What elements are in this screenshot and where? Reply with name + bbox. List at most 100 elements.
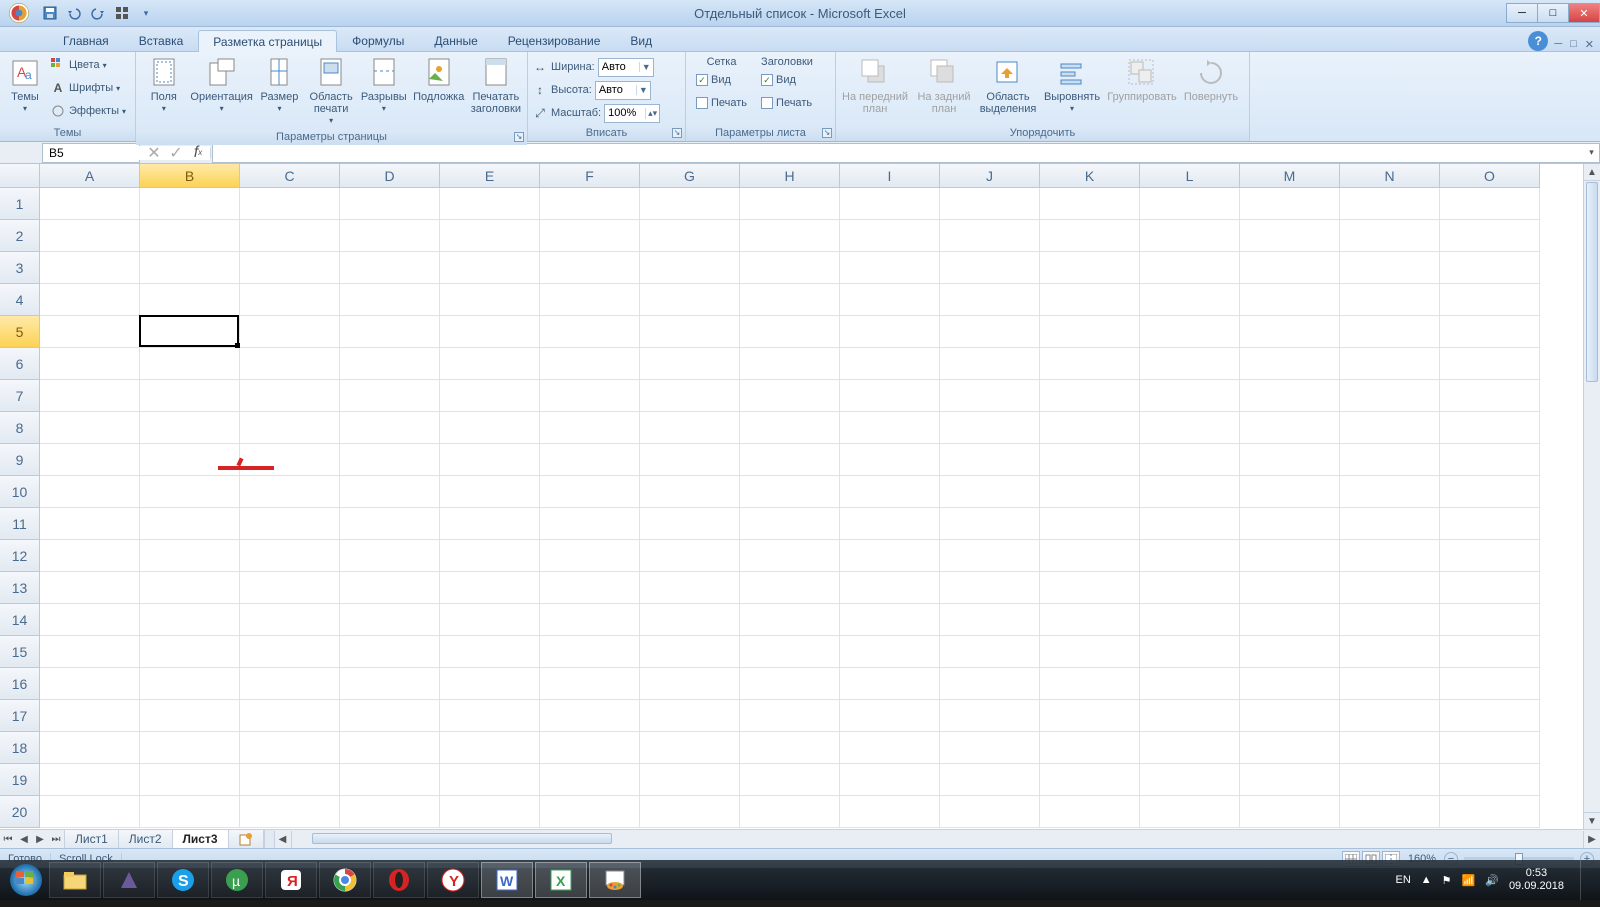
cell[interactable]	[740, 284, 840, 316]
cell[interactable]	[540, 604, 640, 636]
cell[interactable]	[540, 572, 640, 604]
column-header[interactable]: D	[340, 164, 440, 188]
scroll-left-icon[interactable]: ◀	[274, 831, 291, 848]
cell[interactable]	[440, 284, 540, 316]
cell[interactable]	[1040, 284, 1140, 316]
cell[interactable]	[140, 476, 240, 508]
cell[interactable]	[1340, 188, 1440, 220]
show-desktop-button[interactable]	[1580, 860, 1592, 900]
cell[interactable]	[540, 284, 640, 316]
cell[interactable]	[440, 700, 540, 732]
orientation-button[interactable]: Ориентация▾	[192, 54, 252, 118]
save-icon[interactable]	[40, 3, 60, 23]
cell[interactable]	[540, 444, 640, 476]
cell[interactable]	[340, 796, 440, 828]
cell[interactable]	[640, 444, 740, 476]
cell[interactable]	[740, 636, 840, 668]
cell[interactable]	[540, 316, 640, 348]
cell[interactable]	[340, 764, 440, 796]
cell[interactable]	[140, 316, 240, 348]
cell[interactable]	[1040, 604, 1140, 636]
cell[interactable]	[1440, 252, 1540, 284]
tab-review[interactable]: Рецензирование	[493, 29, 616, 51]
cell[interactable]	[1240, 476, 1340, 508]
row-header[interactable]: 1	[0, 188, 40, 220]
cell[interactable]	[940, 476, 1040, 508]
cell[interactable]	[540, 540, 640, 572]
cell[interactable]	[640, 380, 740, 412]
column-header[interactable]: F	[540, 164, 640, 188]
cell[interactable]	[540, 508, 640, 540]
column-header[interactable]: M	[1240, 164, 1340, 188]
last-sheet-icon[interactable]: ⏭	[48, 834, 64, 845]
cell[interactable]	[840, 508, 940, 540]
cell[interactable]	[1440, 444, 1540, 476]
office-button[interactable]	[0, 0, 38, 27]
chevron-down-icon[interactable]: ▼	[636, 85, 650, 95]
cell[interactable]	[1240, 796, 1340, 828]
cell[interactable]	[1340, 220, 1440, 252]
row-header[interactable]: 2	[0, 220, 40, 252]
cell[interactable]	[840, 412, 940, 444]
cell[interactable]	[40, 604, 140, 636]
cell[interactable]	[840, 572, 940, 604]
sheet-tab[interactable]: Лист3	[173, 830, 229, 848]
align-button[interactable]: Выровнять▾	[1042, 54, 1102, 118]
height-combo[interactable]: ▼	[595, 81, 651, 100]
undo-icon[interactable]	[64, 3, 84, 23]
cell[interactable]	[1140, 284, 1240, 316]
cell[interactable]	[1040, 412, 1140, 444]
cell[interactable]	[1240, 380, 1340, 412]
cell[interactable]	[740, 220, 840, 252]
cell[interactable]	[1440, 796, 1540, 828]
cell[interactable]	[1340, 508, 1440, 540]
cell[interactable]	[1440, 508, 1540, 540]
cell[interactable]	[1140, 540, 1240, 572]
cell[interactable]	[240, 700, 340, 732]
cell[interactable]	[1040, 348, 1140, 380]
cell[interactable]	[1140, 508, 1240, 540]
cell[interactable]	[1340, 636, 1440, 668]
cell[interactable]	[240, 508, 340, 540]
cell[interactable]	[640, 220, 740, 252]
cell[interactable]	[840, 700, 940, 732]
row-header[interactable]: 3	[0, 252, 40, 284]
cell[interactable]	[1240, 444, 1340, 476]
cell[interactable]	[240, 220, 340, 252]
cell[interactable]	[740, 188, 840, 220]
cell[interactable]	[1040, 380, 1140, 412]
cell[interactable]	[840, 796, 940, 828]
cell[interactable]	[1040, 572, 1140, 604]
scroll-up-icon[interactable]: ▲	[1584, 164, 1600, 181]
column-header[interactable]: N	[1340, 164, 1440, 188]
row-header[interactable]: 8	[0, 412, 40, 444]
cell[interactable]	[840, 732, 940, 764]
grid-print-checkbox[interactable]: Печать	[696, 92, 747, 114]
chevron-down-icon[interactable]: ▼	[639, 62, 653, 72]
cell[interactable]	[740, 604, 840, 636]
cell[interactable]	[540, 380, 640, 412]
cell[interactable]	[540, 188, 640, 220]
tray-flag-icon[interactable]: ⚑	[1442, 874, 1452, 887]
hscroll-thumb[interactable]	[312, 833, 612, 844]
cell[interactable]	[140, 636, 240, 668]
column-header[interactable]: E	[440, 164, 540, 188]
cell[interactable]	[1240, 348, 1340, 380]
tray-clock[interactable]: 0:53 09.09.2018	[1509, 867, 1564, 893]
cell[interactable]	[140, 604, 240, 636]
new-sheet-button[interactable]	[229, 830, 264, 848]
cell[interactable]	[640, 188, 740, 220]
cell[interactable]	[1040, 444, 1140, 476]
qat-dropdown-icon[interactable]: ▾	[136, 3, 156, 23]
cell[interactable]	[1340, 572, 1440, 604]
cell[interactable]	[240, 572, 340, 604]
row-header[interactable]: 9	[0, 444, 40, 476]
cell[interactable]	[240, 188, 340, 220]
cell[interactable]	[1040, 220, 1140, 252]
cell[interactable]	[640, 732, 740, 764]
cell[interactable]	[1240, 668, 1340, 700]
cell[interactable]	[140, 444, 240, 476]
cell[interactable]	[140, 348, 240, 380]
cell[interactable]	[940, 572, 1040, 604]
sheet-options-launcher[interactable]: ↘	[822, 128, 832, 138]
